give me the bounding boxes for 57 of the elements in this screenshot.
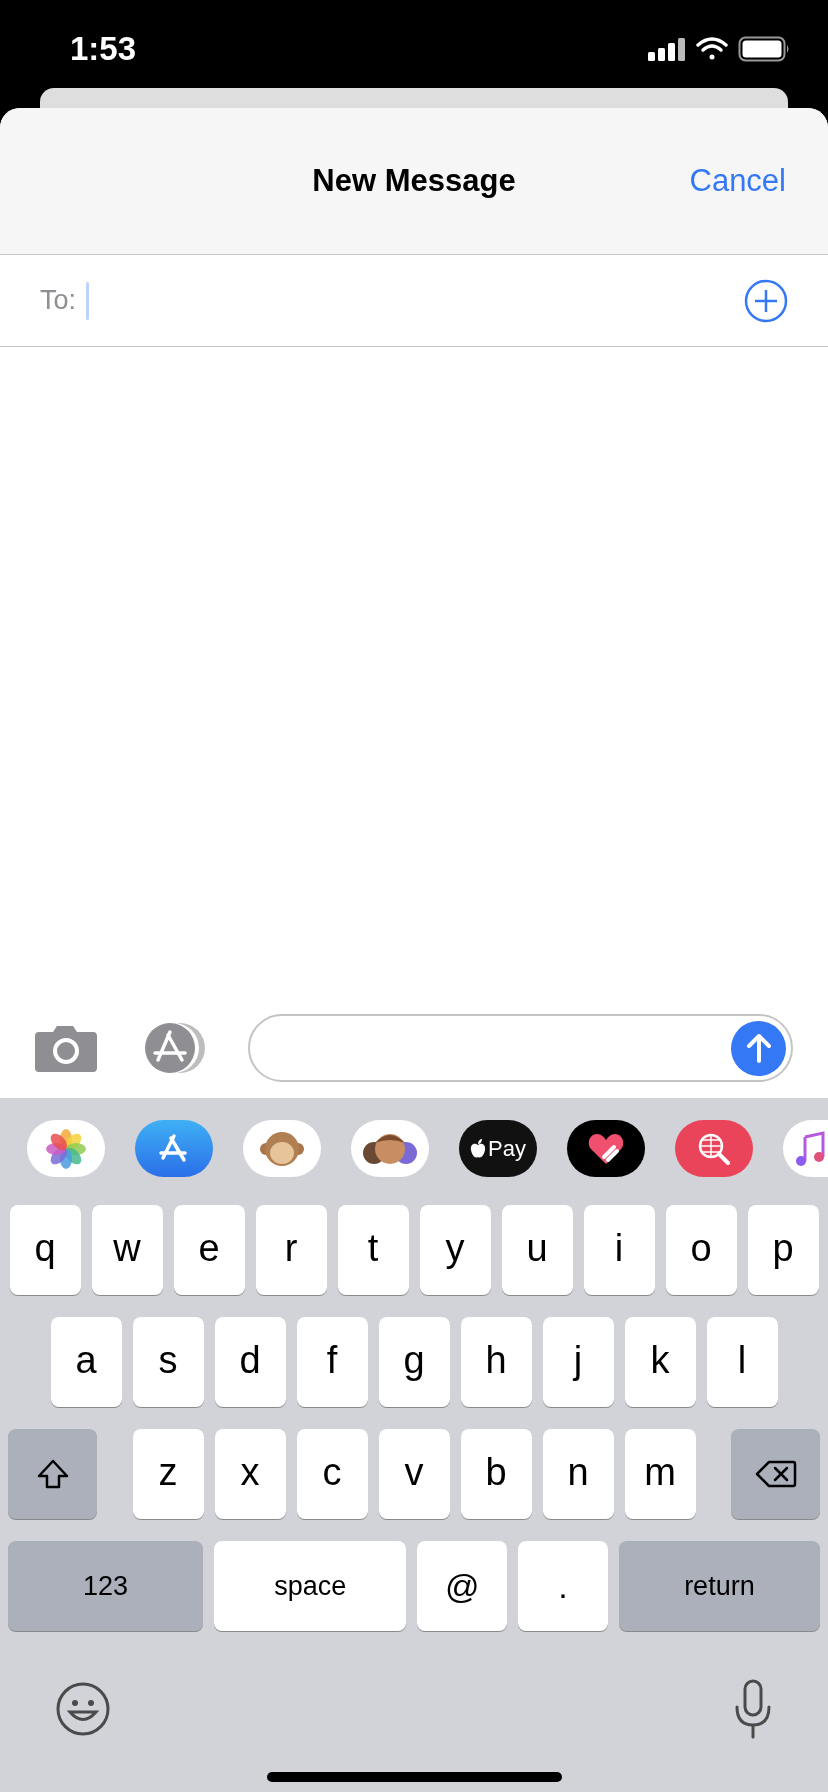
key[interactable]: r [255, 1205, 327, 1295]
key[interactable]: f [296, 1317, 368, 1407]
key[interactable]: o [665, 1205, 737, 1295]
camera-icon[interactable] [35, 1024, 97, 1072]
key[interactable]: p [747, 1205, 819, 1295]
app-button[interactable] [567, 1120, 645, 1177]
mode-key[interactable]: 123 [8, 1541, 204, 1631]
heart-icon [588, 1132, 624, 1165]
message-field[interactable] [248, 1014, 793, 1082]
delete-icon [754, 1459, 797, 1489]
smiley-icon[interactable] [55, 1681, 111, 1737]
music-note-icon [795, 1130, 825, 1167]
key[interactable]: d [214, 1317, 286, 1407]
flower-icon [46, 1128, 86, 1169]
key[interactable]: i [583, 1205, 655, 1295]
key[interactable]: x [214, 1429, 286, 1519]
microphone-icon[interactable] [733, 1679, 773, 1739]
app-button[interactable] [351, 1120, 429, 1177]
wifi-icon [696, 37, 728, 61]
key[interactable]: l [706, 1317, 778, 1407]
key[interactable]: g [378, 1317, 450, 1407]
fruit-icon [470, 1138, 487, 1159]
text-cursor [86, 281, 90, 320]
return-key[interactable]: return [618, 1541, 820, 1631]
signal-icon [648, 37, 686, 61]
shift-icon [35, 1458, 70, 1490]
to-label: To: [40, 284, 77, 318]
nav-title: New Message [312, 162, 516, 200]
key[interactable]: t [337, 1205, 409, 1295]
key[interactable]: m [624, 1429, 696, 1519]
battery-icon [738, 36, 790, 62]
key[interactable]: h [460, 1317, 532, 1407]
key[interactable]: v [378, 1429, 450, 1519]
key[interactable]: u [501, 1205, 573, 1295]
key[interactable]: c [296, 1429, 368, 1519]
key[interactable]: j [542, 1317, 614, 1407]
key[interactable]: y [419, 1205, 491, 1295]
key[interactable]: w [91, 1205, 163, 1295]
up-arrow-icon [745, 1033, 772, 1063]
pay-button[interactable]: Pay [459, 1120, 537, 1177]
key[interactable]: a [50, 1317, 122, 1407]
key[interactable]: n [542, 1429, 614, 1519]
key[interactable]: z [132, 1429, 204, 1519]
space-key[interactable]: space [214, 1541, 407, 1631]
key[interactable]: k [624, 1317, 696, 1407]
key[interactable]: q [9, 1205, 81, 1295]
key[interactable]: e [173, 1205, 245, 1295]
cancel-button[interactable]: Cancel [689, 158, 786, 205]
shift-key[interactable] [8, 1429, 97, 1519]
key[interactable]: @ [417, 1541, 508, 1631]
delete-key[interactable] [731, 1429, 820, 1519]
key[interactable]: s [132, 1317, 204, 1407]
add-icon[interactable] [744, 278, 788, 323]
key[interactable]: b [460, 1429, 532, 1519]
status-time: 1:53 [70, 29, 137, 70]
key[interactable]: . [518, 1541, 608, 1631]
send-button[interactable] [731, 1020, 786, 1076]
